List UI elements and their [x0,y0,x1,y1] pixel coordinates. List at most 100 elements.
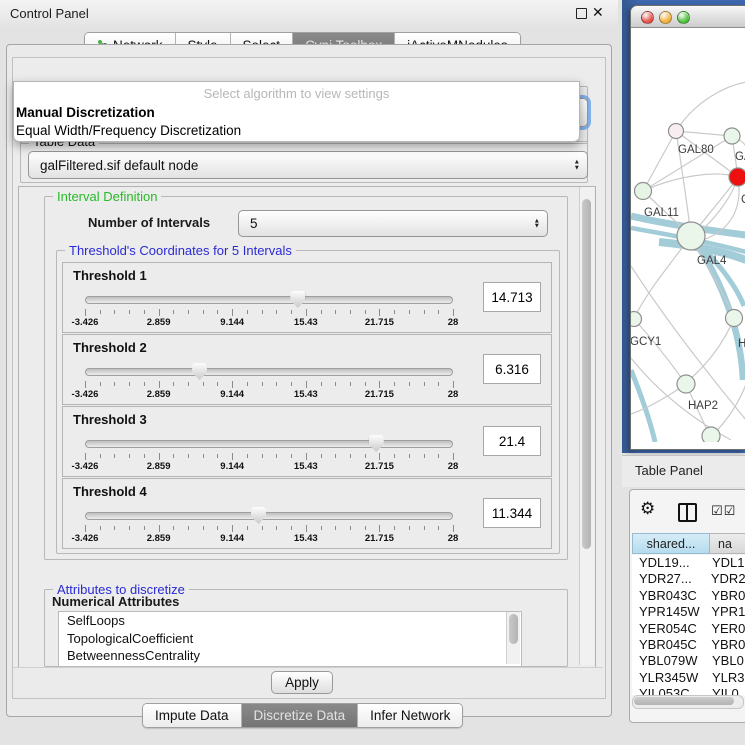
threshold-1-slider[interactable]: -3.4262.8599.14415.4321.71528 [85,263,453,332]
attributes-list-scrollbar[interactable] [506,612,520,664]
table-row[interactable]: YIL053CYIL0 [632,686,745,695]
table-data-combobox[interactable]: galFiltered.sif default node ▲▼ [28,151,588,179]
slider-tick [453,453,454,460]
slider-tick [203,382,204,386]
slider-thumb[interactable] [369,435,384,452]
combo-stepper-icon: ▲▼ [534,218,540,229]
network-canvas[interactable]: GAL80GACGAL11GAL4GCY1HHAP2 [631,28,745,442]
threshold-2-slider[interactable]: -3.4262.8599.14415.4321.71528 [85,335,453,404]
slider-track[interactable] [85,368,453,376]
slider-track[interactable] [85,512,453,520]
slider-tick [350,382,351,386]
attribute-item[interactable]: BetweennessCentrality [59,647,521,665]
scrollbar-thumb[interactable] [582,199,591,549]
table-row[interactable]: YDR27...YDR2 [632,571,745,587]
threshold-4-value-field[interactable]: 11.344 [483,498,541,528]
tab-infer-network[interactable]: Infer Network [358,704,462,727]
slider-tick [217,454,218,458]
number-of-intervals-combobox[interactable]: 5 ▲▼ [238,210,548,237]
threshold-2-value-field[interactable]: 6.316 [483,354,541,384]
select-rows-checkbox-icons[interactable]: ☑☑ [711,503,736,519]
numerical-attributes-list[interactable]: SelfLoopsTopologicalCoefficientBetweenne… [58,611,522,667]
columns-icon[interactable] [678,503,697,522]
slider-tick [144,454,145,458]
network-node[interactable] [726,310,743,327]
slider-tick [306,381,307,388]
zoom-traffic-light[interactable] [677,11,690,24]
gear-icon[interactable]: ⚙ [640,499,655,519]
slider-tick [321,526,322,530]
slider-tick-label: 21.715 [365,317,394,328]
slider-tick [424,526,425,530]
network-node[interactable] [631,312,642,327]
float-window-icon[interactable] [576,8,587,19]
slider-tick [379,525,380,532]
column-header-name[interactable]: na [710,533,745,554]
cyni-bottom-tabs: Impute Data Discretize Data Infer Networ… [142,703,463,728]
table-row[interactable]: YDL19...YDL1 [632,555,745,571]
slider-thumb[interactable] [251,507,266,524]
slider-tick [85,525,86,532]
slider-tick-label: 2.859 [147,317,171,328]
scrollbar-thumb[interactable] [509,614,518,644]
network-node[interactable] [635,183,652,200]
scrollbar-thumb[interactable] [634,697,734,705]
close-traffic-light[interactable] [641,11,654,24]
network-node[interactable] [677,375,695,393]
tab-impute-data[interactable]: Impute Data [143,704,242,727]
slider-tick [232,381,233,388]
slider-tick [262,454,263,458]
slider-tick [159,381,160,388]
threshold-4-slider[interactable]: -3.4262.8599.14415.4321.71528 [85,479,453,548]
slider-tick [379,381,380,388]
dropdown-option-manual-discretization[interactable]: Manual Discretization [14,104,579,122]
slider-tick-label: 28 [448,533,459,544]
slider-tick [438,526,439,530]
slider-thumb[interactable] [192,363,207,380]
slider-tick [247,310,248,314]
slider-tick [350,454,351,458]
network-node[interactable] [677,222,705,250]
table-row[interactable]: YLR345WYLR3 [632,670,745,686]
close-icon[interactable]: ✕ [592,4,604,21]
attribute-item[interactable]: TopologicalCoefficient [59,630,521,648]
threshold-1-value-field[interactable]: 14.713 [483,282,541,312]
slider-tick [129,454,130,458]
slider-tick [217,382,218,386]
network-node[interactable] [669,124,684,139]
table-row[interactable]: YBR045CYBR0 [632,637,745,653]
table-cell: YIL0 [708,686,739,695]
table-row[interactable]: YBL079WYBL0 [632,653,745,669]
dropdown-option-equal-width[interactable]: Equal Width/Frequency Discretization [14,122,579,140]
slider-tick [247,454,248,458]
table-row[interactable]: YPR145WYPR1 [632,604,745,620]
slider-tick [394,382,395,386]
slider-tick-label: 21.715 [365,389,394,400]
column-header-shared-name[interactable]: shared... [632,533,710,554]
minimize-traffic-light[interactable] [659,11,672,24]
apply-button[interactable]: Apply [271,671,333,694]
settings-vertical-scrollbar[interactable] [579,187,594,665]
slider-thumb[interactable] [290,291,305,308]
slider-tick [276,310,277,314]
threshold-3-value-field[interactable]: 21.4 [483,426,541,456]
network-node[interactable] [729,168,745,186]
network-node[interactable] [702,427,720,442]
network-node[interactable] [724,128,740,144]
table-row[interactable]: YER054CYER0 [632,621,745,637]
slider-tick [365,382,366,386]
table-row[interactable]: YBR043CYBR0 [632,588,745,604]
slider-track[interactable] [85,296,453,304]
threshold-3-slider[interactable]: -3.4262.8599.14415.4321.71528 [85,407,453,476]
tab-discretize-data[interactable]: Discretize Data [242,704,359,727]
table-data-selected-value: galFiltered.sif default node [29,158,198,173]
tab-label: Discretize Data [254,708,346,723]
table-horizontal-scrollbar[interactable] [632,695,744,709]
slider-tick [159,453,160,460]
network-window: GAL80GACGAL11GAL4GCY1HHAP2 [630,5,745,450]
slider-track[interactable] [85,440,453,448]
slider-tick [262,526,263,530]
attribute-item[interactable]: SelfLoops [59,612,521,630]
slider-tick [173,382,174,386]
slider-tick-label: -3.426 [72,389,99,400]
